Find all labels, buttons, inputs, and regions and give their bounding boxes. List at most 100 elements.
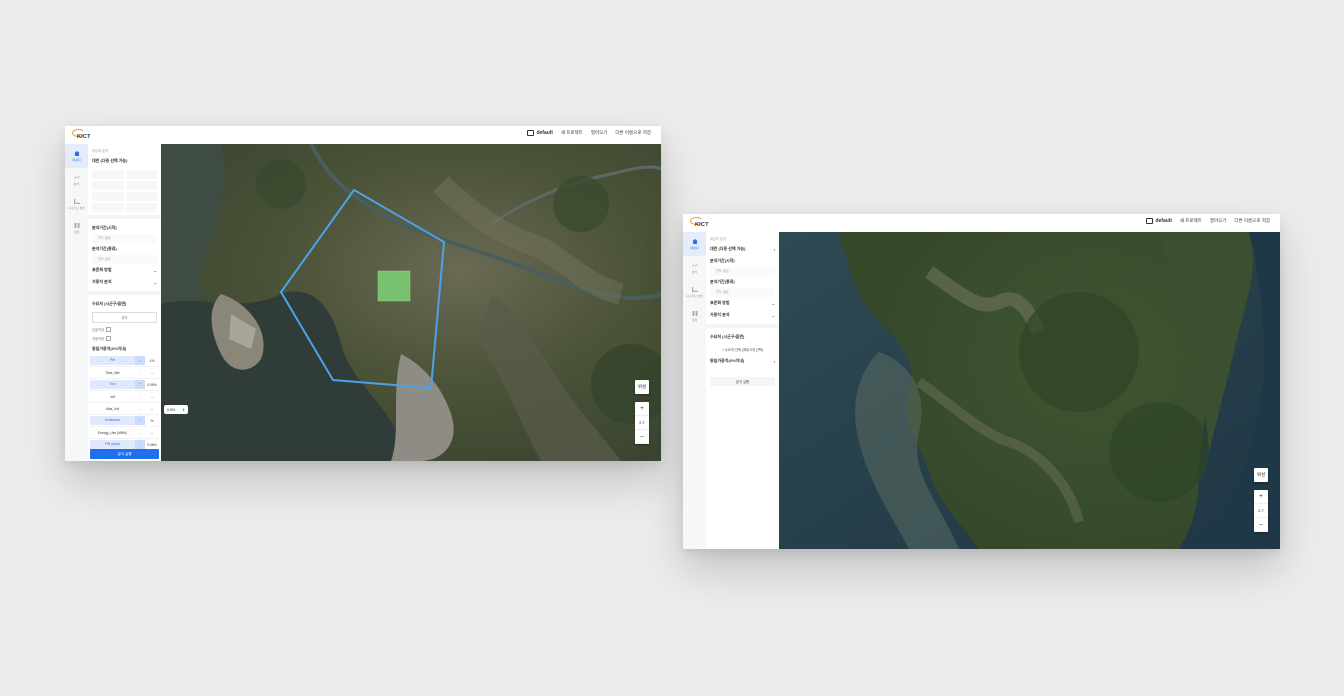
weight-row-value: 1% — [149, 358, 155, 363]
weight-row[interactable]: Tmc +0.05% — [90, 379, 159, 391]
zoom-control: + 2.7 – — [1254, 490, 1268, 532]
zoom-level: 2.7 — [1254, 504, 1268, 518]
home-icon — [691, 238, 698, 244]
weight-row-name: Pet — [90, 356, 135, 365]
rail-item-scenario[interactable]: 시나리오 분석 — [683, 280, 706, 304]
weight-row-arrow[interactable]: → — [135, 356, 145, 365]
rail-item-target[interactable]: 대상지 — [683, 232, 706, 256]
zoom-in-button[interactable]: + — [1254, 490, 1268, 504]
weight-dropdown[interactable]: 가중치 분석 ⌄ — [88, 276, 161, 288]
chevron-down-icon: ⌄ — [153, 267, 157, 273]
project-name[interactable]: default — [527, 130, 553, 136]
side-rail: 대상지 분석 시나리오 분석 설정 — [683, 232, 707, 549]
grid-cell[interactable] — [125, 192, 157, 201]
project-name[interactable]: default — [1146, 218, 1172, 224]
open-button[interactable]: 열어오기 — [591, 130, 608, 136]
basemap-button[interactable]: 위성 — [635, 380, 649, 394]
new-project-button[interactable]: 새 프로젝트 — [561, 130, 583, 136]
zoom-out-button[interactable]: – — [1254, 518, 1268, 532]
period-start-heading: 분석기간(시작) — [710, 258, 735, 263]
weight-row[interactable]: Time_ilter – – — [90, 367, 159, 379]
top-bar: KICT default 새 프로젝트 열어오기 다른 이름으로 저장 — [65, 126, 661, 145]
water-heading: 수요처 (시군구/읍면) — [710, 334, 745, 339]
weight-row-arrow[interactable]: + — [135, 380, 145, 389]
stepper-icon: ⇕ — [182, 407, 185, 412]
kict-logo: KICT — [690, 217, 716, 230]
folder-icon — [527, 130, 535, 136]
zoom-in-button[interactable]: + — [635, 402, 649, 416]
grid-cell[interactable] — [92, 203, 124, 212]
weight-row-arrow[interactable]: – — [135, 395, 145, 399]
weight-dropdown[interactable]: 가중치 분석 ⌄ — [706, 309, 779, 321]
grid-cell[interactable] — [92, 181, 124, 190]
save-as-button[interactable]: 다른 이름으로 저장 — [1234, 218, 1270, 224]
period-start-field[interactable]: 연도 설정 — [92, 234, 157, 243]
target-heading[interactable]: 대한 (다중 선택 가능) › — [706, 243, 779, 255]
grid-cell[interactable] — [125, 203, 157, 212]
weight-row[interactable]: Vsf – – — [90, 391, 159, 403]
weight-row[interactable]: Energy_Use (MWh) – – — [90, 427, 159, 439]
energy-heading[interactable]: 동일가중치(0%이내) › — [706, 355, 779, 367]
weight-row-value: 0.05% — [147, 382, 157, 387]
weight-row-name: Max_Vsf — [106, 406, 119, 411]
weight-row[interactable]: Pet → 1% — [90, 355, 159, 367]
zoom-control: + 2.7 – — [635, 402, 649, 444]
satellite-map[interactable]: 0.0% ⇕ 위성 + 2.7 – — [161, 144, 661, 461]
bar-icon — [691, 286, 698, 292]
weight-row[interactable]: Emissions →% — [90, 415, 159, 427]
chevron-down-icon: ⌄ — [771, 312, 775, 318]
opacity-control[interactable]: 0.0% ⇕ — [164, 405, 188, 414]
method-dropdown[interactable]: 표준화 방법 ⌄ — [88, 264, 161, 276]
weight-row[interactable]: Max_Vsf – – — [90, 403, 159, 415]
rail-item-target[interactable]: 대상지 — [65, 144, 88, 168]
weight-row-arrow[interactable]: ↑ — [135, 440, 145, 449]
zoom-out-button[interactable]: – — [635, 430, 649, 444]
chevron-right-icon: › — [773, 246, 775, 252]
rail-item-settings[interactable]: 설정 — [65, 216, 88, 240]
analysis-panel: 대상지 분석 대한 (다중 선택 가능) 분석기간(시작) 연도 설정 분석기간… — [88, 144, 161, 461]
water-select[interactable]: 추가 — [92, 312, 157, 323]
period-end-field[interactable]: 연도 설정 — [710, 288, 775, 297]
weight-row-name: Vsf — [110, 394, 115, 399]
satellite-map[interactable]: 위성 + 2.7 – — [779, 232, 1280, 549]
weight-row-name: Energy_Use (MWh) — [98, 430, 127, 435]
map-imagery — [161, 144, 661, 461]
rail-item-analysis[interactable]: 분석 — [683, 256, 706, 280]
rail-item-scenario[interactable]: 시나리오 분석 — [65, 192, 88, 216]
method-dropdown[interactable]: 표준화 방법 ⌄ — [706, 297, 779, 309]
new-project-button[interactable]: 새 프로젝트 — [1180, 218, 1202, 224]
app-window-2: KICT default 새 프로젝트 열어오기 다른 이름으로 저장 대상지 … — [683, 214, 1280, 549]
weight-row-arrow[interactable]: → — [135, 416, 145, 425]
period-start-field[interactable]: 연도 설정 — [710, 267, 775, 276]
weight-row-value: 0.06% — [147, 442, 157, 447]
weight-row-name: PM (total) — [90, 440, 135, 449]
open-button[interactable]: 열어오기 — [1210, 218, 1227, 224]
period-start-heading: 분석기간(시작) — [92, 225, 117, 230]
weight-row-name: Time_ilter — [105, 370, 120, 375]
apply-all-checkbox[interactable]: 일괄적용 — [88, 325, 161, 334]
save-as-button[interactable]: 다른 이름으로 저장 — [615, 130, 651, 136]
weight-row-arrow[interactable]: – — [135, 431, 145, 435]
breadcrumb: 대상지 분석 — [710, 237, 727, 241]
weight-row-value: – — [151, 370, 153, 375]
period-end-field[interactable]: 연도 설정 — [92, 255, 157, 264]
grid-cell[interactable] — [92, 170, 124, 179]
run-analysis-button[interactable]: 분석 실행 — [90, 449, 159, 459]
weight-row-arrow[interactable]: – — [135, 407, 145, 411]
apply-each-checkbox[interactable]: 개별적용 — [88, 334, 161, 343]
grid-cell[interactable] — [125, 170, 157, 179]
weight-table: Pet → 1% Time_ilter – – Tmc +0.05% Vsf – – Max_Vsf –… — [88, 355, 161, 451]
rail-item-settings[interactable]: 설정 — [683, 304, 706, 328]
water-heading: 수요처 (시군구/읍면) — [92, 301, 127, 306]
rail-item-analysis[interactable]: 분석 — [65, 168, 88, 192]
weight-row-arrow[interactable]: – — [135, 371, 145, 375]
grid-cell[interactable] — [125, 181, 157, 190]
add-water-button[interactable]: + 수요처 선택 (최대 5개 선택) — [710, 345, 775, 353]
basemap-button[interactable]: 위성 — [1254, 468, 1268, 482]
target-grid[interactable] — [92, 170, 157, 212]
selected-cell[interactable] — [377, 270, 411, 302]
side-rail: 대상지 분석 시나리오 분석 설정 — [65, 144, 89, 461]
run-analysis-button[interactable]: 분석 실행 — [710, 377, 775, 386]
chart-icon — [73, 174, 80, 179]
grid-cell[interactable] — [92, 192, 124, 201]
